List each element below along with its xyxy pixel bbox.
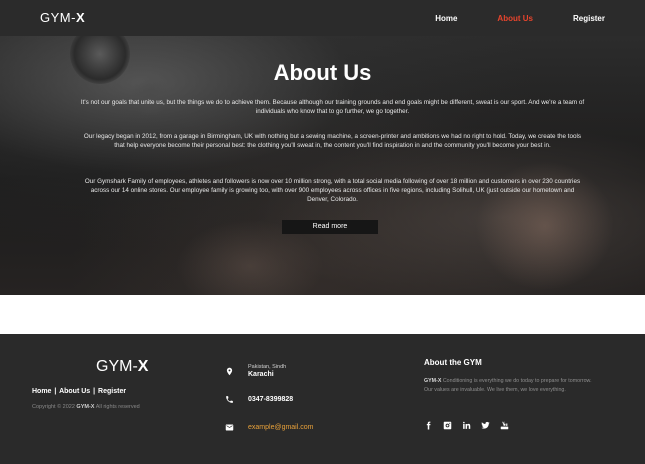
phone-number[interactable]: 0347-8399828: [248, 396, 293, 403]
navbar: GYM-X Home About Us Register: [0, 0, 645, 36]
brand-prefix: GYM-: [40, 10, 76, 25]
footer-link-separator: |: [54, 388, 57, 395]
envelope-icon: [222, 420, 236, 434]
nav-link-about-us[interactable]: About Us: [497, 14, 533, 23]
brand-logo[interactable]: GYM-X: [40, 0, 85, 36]
brand-suffix: X: [75, 10, 86, 25]
contact-phone: 0347-8399828: [222, 392, 293, 406]
read-more-button[interactable]: Read more: [282, 220, 378, 234]
about-gym-description: GYM-X Conditioning is everything we do t…: [424, 377, 604, 394]
facebook-icon[interactable]: [424, 419, 442, 431]
phone-icon: [222, 392, 236, 406]
about-paragraph-1: It's not our goals that unite us, but th…: [80, 99, 585, 116]
about-gym-brand: GYM-X: [424, 378, 442, 384]
footer-link-separator: |: [93, 388, 96, 395]
social-links: [424, 419, 519, 431]
copyright-text: Copyright © 2022 GYM-X All rights reserv…: [32, 404, 140, 410]
footer-link-about-us[interactable]: About Us: [59, 388, 90, 395]
nav-links: Home About Us Register: [395, 0, 605, 36]
twitter-icon[interactable]: [481, 419, 499, 431]
about-paragraph-2: Our legacy began in 2012, from a garage …: [83, 133, 582, 150]
footer: GYM-X Home | About Us | Register Copyrig…: [0, 334, 645, 464]
contact-email: example@gmail.com: [222, 420, 313, 434]
copyright-prefix: Copyright © 2022: [32, 404, 75, 410]
contact-location: Pakistan, Sindh Karachi: [222, 364, 286, 378]
footer-link-register[interactable]: Register: [98, 388, 126, 395]
footer-link-home[interactable]: Home: [32, 388, 51, 395]
about-paragraph-3: Our Gymshark Family of employees, athlet…: [84, 178, 581, 204]
location-city: Karachi: [248, 371, 274, 378]
youtube-icon[interactable]: [500, 419, 518, 431]
about-gym-text-1: Conditioning is everything we do today t…: [442, 378, 592, 384]
instagram-icon[interactable]: [443, 419, 461, 431]
footer-brand-prefix: GYM-: [96, 358, 138, 375]
section-spacer: [0, 295, 645, 334]
map-marker-icon: [222, 364, 236, 378]
hero-section: About Us It's not our goals that unite u…: [0, 36, 645, 295]
copyright-suffix: All rights reserved: [95, 404, 140, 410]
page-title: About Us: [273, 60, 372, 85]
copyright-brand: GYM-X: [76, 404, 95, 410]
email-link[interactable]: example@gmail.com: [248, 424, 313, 431]
about-gym-heading: About the GYM: [424, 358, 482, 367]
about-gym-text-2: Our values are invaluable. We live them,…: [424, 386, 566, 393]
nav-link-home[interactable]: Home: [435, 14, 457, 23]
footer-links: Home | About Us | Register: [32, 388, 126, 395]
nav-link-register[interactable]: Register: [573, 14, 605, 23]
location-region: Pakistan, Sindh: [248, 364, 287, 370]
footer-brand-suffix: X: [137, 358, 149, 375]
linkedin-icon[interactable]: [462, 419, 480, 431]
footer-brand-logo[interactable]: GYM-X: [96, 358, 148, 376]
